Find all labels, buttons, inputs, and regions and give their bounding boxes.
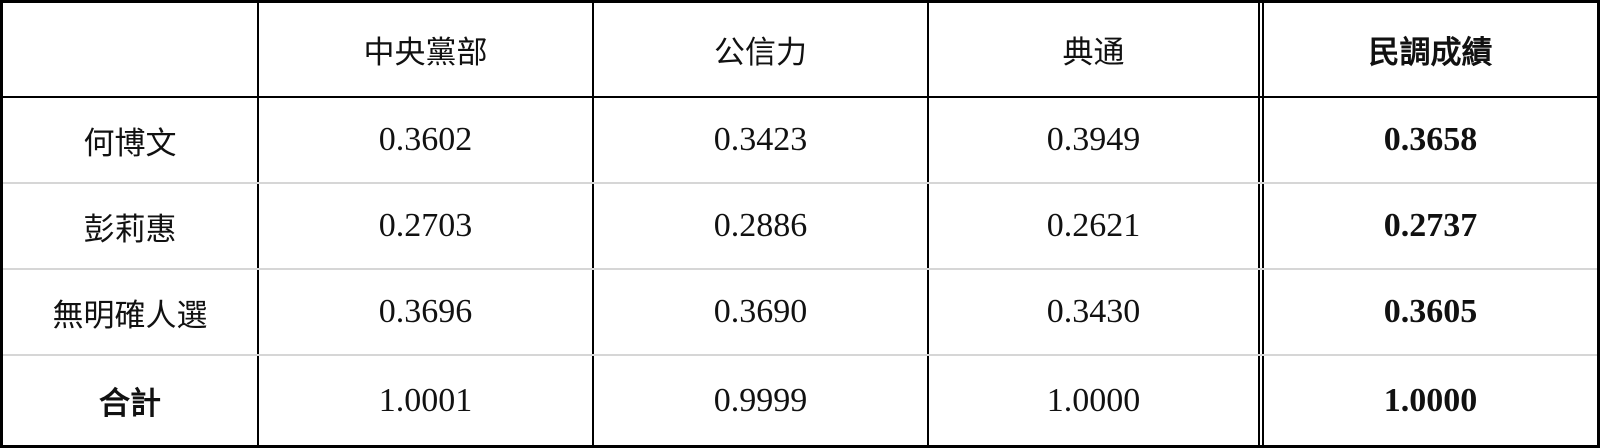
poll-results-table: 中央黨部 公信力 典通 民調成績 何博文 0.3602 0.3423 0.394… <box>0 0 1600 448</box>
table-cell-result: 0.3605 <box>1383 293 1478 330</box>
table-cell-result: 0.3658 <box>1383 121 1478 158</box>
header-cell-blank <box>3 3 259 96</box>
table-cell-result: 0.2737 <box>1383 207 1478 244</box>
table-row-total: 合計 1.0001 0.9999 1.0000 1.0000 <box>3 356 1597 445</box>
row-label: 無明確人選 <box>3 270 259 354</box>
table-header-row: 中央黨部 公信力 典通 民調成績 <box>3 3 1597 98</box>
table-cell: 0.3949 <box>929 98 1264 182</box>
row-label: 合計 <box>3 356 259 445</box>
table-cell: 0.2621 <box>929 184 1264 268</box>
header-cell-central-party: 中央黨部 <box>259 3 594 96</box>
header-cell-poll-result: 民調成績 <box>1368 35 1493 71</box>
table-cell: 0.3690 <box>594 270 929 354</box>
table-cell: 0.9999 <box>594 356 929 445</box>
header-cell-diantong: 典通 <box>929 3 1264 96</box>
table-cell: 0.2886 <box>594 184 929 268</box>
table-cell: 0.3696 <box>259 270 594 354</box>
table-cell: 0.3602 <box>259 98 594 182</box>
table-row: 無明確人選 0.3696 0.3690 0.3430 0.3605 <box>3 270 1597 356</box>
table-row: 何博文 0.3602 0.3423 0.3949 0.3658 <box>3 98 1597 184</box>
table-cell: 1.0001 <box>259 356 594 445</box>
table-row: 彭莉惠 0.2703 0.2886 0.2621 0.2737 <box>3 184 1597 270</box>
header-cell-credibility: 公信力 <box>594 3 929 96</box>
row-label: 何博文 <box>3 98 259 182</box>
table-cell-result: 1.0000 <box>1383 381 1478 419</box>
table-cell: 0.3430 <box>929 270 1264 354</box>
row-label: 彭莉惠 <box>3 184 259 268</box>
table-cell: 1.0000 <box>929 356 1264 445</box>
table-cell: 0.2703 <box>259 184 594 268</box>
table-cell: 0.3423 <box>594 98 929 182</box>
